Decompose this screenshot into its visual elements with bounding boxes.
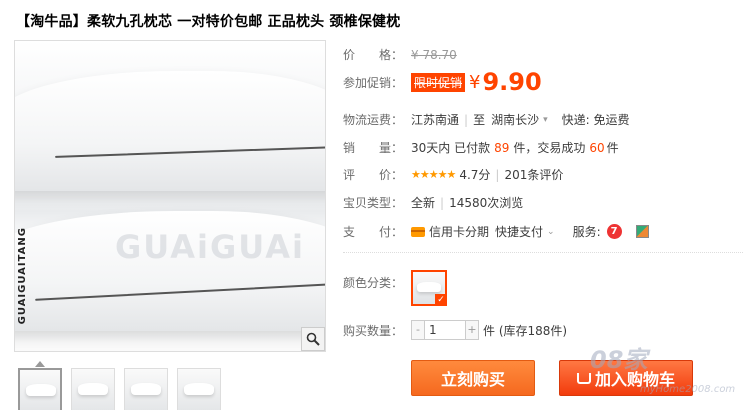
color-row: 颜色分类： ✓ (343, 270, 447, 306)
credit-installment[interactable]: 信用卡分期 (429, 223, 489, 240)
decrement-button[interactable]: - (411, 320, 425, 340)
price-row: 价 格： ¥ 78.70 (343, 46, 457, 63)
buy-now-button[interactable]: 立刻购买 (411, 360, 535, 396)
quantity-row: 购买数量： - 1 + 件 (库存188件) (343, 320, 567, 340)
review-count-link[interactable]: 201条评价 (504, 166, 563, 183)
thumbnail-strip (18, 368, 221, 410)
payment-label: 支 付： (343, 225, 404, 239)
ship-to-prefix: 至 (473, 113, 486, 127)
color-swatch-selected[interactable]: ✓ (411, 270, 447, 306)
promo-price-row: 参加促销： 限时促销 ¥ 9.90 (343, 68, 542, 96)
item-condition: 全新 (411, 196, 436, 210)
ship-from: 江苏南通 (411, 113, 460, 127)
ship-to-selector[interactable]: 湖南长沙 (491, 111, 539, 128)
rating-row: 评 价： ★★★★★ 4.7分 | 201条评价 (343, 166, 564, 183)
promo-price: 9.90 (482, 68, 542, 96)
site-watermark-url: myHome2008.com (640, 384, 736, 395)
check-icon: ✓ (435, 294, 447, 306)
rating-stars-icon: ★★★★★ (411, 168, 456, 181)
sales-prefix: 30天内 已付款 (411, 141, 491, 155)
item-type-row: 宝贝类型： 全新 | 14580次浏览 (343, 195, 524, 211)
credit-card-icon (411, 226, 425, 237)
color-label: 颜色分类： (343, 276, 404, 290)
paid-count: 89 (494, 140, 510, 155)
product-title: 【淘牛品】柔软九孔枕芯 一对特价包邮 正品枕头 颈椎保健枕 (16, 14, 401, 30)
magnifier-icon[interactable] (301, 327, 325, 351)
quantity-label: 购买数量： (343, 323, 404, 338)
sales-suffix: 件 (606, 141, 619, 155)
thumbnail[interactable] (18, 368, 62, 410)
sales-label: 销 量： (343, 141, 404, 155)
thumbnail-pointer-icon (35, 361, 45, 367)
site-watermark: 08家 (590, 346, 648, 374)
rating-label: 评 价： (343, 168, 404, 182)
thumbnail[interactable] (177, 368, 221, 410)
promo-label: 参加促销： (343, 75, 404, 90)
vertical-brand-label: GUAIGUAITANG (17, 227, 28, 325)
shipping-row: 物流运费： 江苏南通 | 至 湖南长沙 ▾ 快递: 免运费 (343, 111, 630, 128)
seven-day-return-icon[interactable]: 7 (606, 224, 622, 239)
shipping-label: 物流运费： (343, 113, 404, 127)
section-divider (343, 252, 743, 253)
cart-icon (576, 372, 591, 384)
item-type-label: 宝贝类型： (343, 196, 404, 210)
quantity-input[interactable]: 1 (425, 320, 465, 340)
success-count: 60 (589, 140, 605, 155)
original-price: ¥ 78.70 (411, 47, 457, 62)
rating-score: 4.7分 (459, 168, 491, 182)
currency-symbol: ¥ (469, 71, 481, 93)
service-label: 服务: (572, 225, 601, 239)
quantity-stepper: - 1 + (411, 320, 479, 340)
pillow-top (15, 71, 325, 191)
view-count: 14580次浏览 (449, 196, 524, 210)
price-label: 价 格： (343, 48, 404, 62)
promo-tag: 限时促销 (411, 72, 466, 92)
chevron-down-icon[interactable]: ▾ (543, 115, 548, 125)
guarantee-icon[interactable] (635, 225, 649, 238)
payment-row: 支 付： 信用卡分期 快捷支付 ⌄ 服务: 7 (343, 223, 649, 240)
express-fee: 快递: 免运费 (561, 113, 630, 127)
sales-row: 销 量： 30天内 已付款 89 件，交易成功 60 件 (343, 139, 619, 156)
thumbnail[interactable] (124, 368, 168, 410)
thumbnail[interactable] (71, 368, 115, 410)
sales-mid: 件，交易成功 (513, 141, 586, 155)
main-product-image[interactable]: GUAiGUAi GUAIGUAITANG (14, 40, 326, 352)
image-watermark: GUAiGUAi (115, 228, 305, 266)
chevron-down-icon[interactable]: ⌄ (547, 227, 555, 237)
stock-info: 件 (库存188件) (483, 323, 568, 338)
quick-pay[interactable]: 快捷支付 (495, 223, 543, 240)
increment-button[interactable]: + (465, 320, 479, 340)
buy-now-label: 立刻购买 (440, 370, 505, 389)
